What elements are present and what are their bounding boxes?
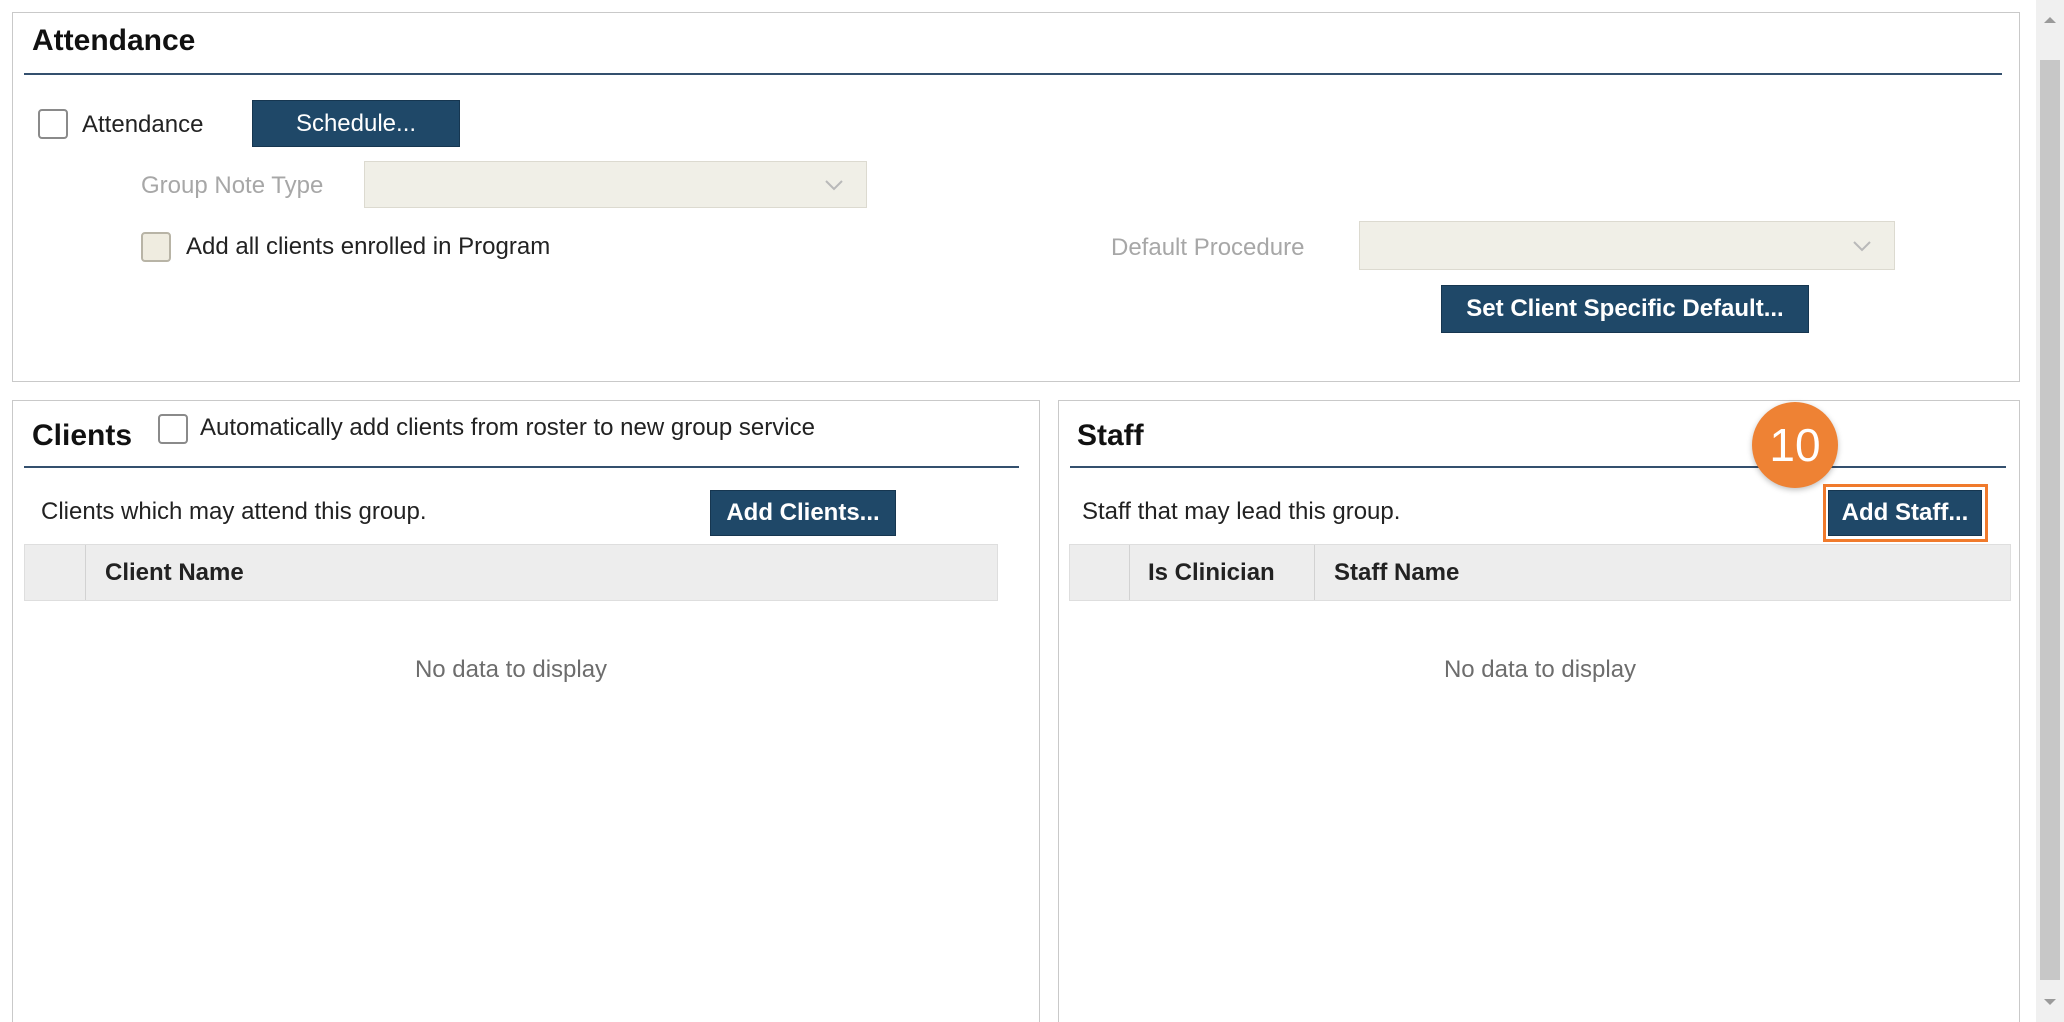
scroll-up-arrow-icon[interactable] <box>2036 6 2064 34</box>
schedule-button[interactable]: Schedule... <box>252 100 460 147</box>
scrollbar-thumb[interactable] <box>2040 60 2060 980</box>
clients-description: Clients which may attend this group. <box>41 498 427 525</box>
staff-description: Staff that may lead this group. <box>1082 498 1401 525</box>
staff-grid-header: Is Clinician Staff Name <box>1069 544 2011 601</box>
attendance-checkbox-label: Attendance <box>82 111 204 138</box>
add-staff-highlight <box>1823 484 1988 542</box>
add-all-clients-label: Add all clients enrolled in Program <box>186 233 551 260</box>
attendance-divider <box>24 73 2002 75</box>
scroll-down-arrow-icon[interactable] <box>2036 988 2064 1016</box>
staff-divider <box>1070 466 2006 468</box>
default-procedure-select[interactable] <box>1359 221 1895 270</box>
auto-add-clients-checkbox[interactable] <box>158 414 188 444</box>
set-client-specific-default-button[interactable]: Set Client Specific Default... <box>1441 285 1809 333</box>
vertical-scrollbar[interactable] <box>2036 0 2064 1022</box>
column-is-clinician[interactable]: Is Clinician <box>1148 545 1275 600</box>
chevron-down-icon <box>825 179 843 190</box>
group-note-type-select[interactable] <box>364 161 867 208</box>
clients-title: Clients <box>32 419 133 452</box>
staff-title: Staff <box>1077 419 1144 452</box>
group-note-type-label: Group Note Type <box>141 172 324 199</box>
default-procedure-label: Default Procedure <box>1111 234 1305 261</box>
add-clients-button[interactable]: Add Clients... <box>710 490 896 536</box>
staff-empty-message: No data to display <box>1443 656 1637 683</box>
clients-grid-header: Client Name <box>24 544 998 601</box>
chevron-down-icon <box>1853 240 1871 251</box>
add-all-clients-checkbox[interactable] <box>141 232 171 262</box>
clients-divider <box>24 466 1019 468</box>
step-callout-badge: 10 <box>1752 402 1838 488</box>
attendance-title: Attendance <box>32 24 196 57</box>
column-staff-name[interactable]: Staff Name <box>1334 545 1459 600</box>
auto-add-clients-label: Automatically add clients from roster to… <box>200 414 815 441</box>
column-client-name[interactable]: Client Name <box>105 545 244 600</box>
attendance-checkbox[interactable] <box>38 109 68 139</box>
clients-empty-message: No data to display <box>414 656 608 683</box>
